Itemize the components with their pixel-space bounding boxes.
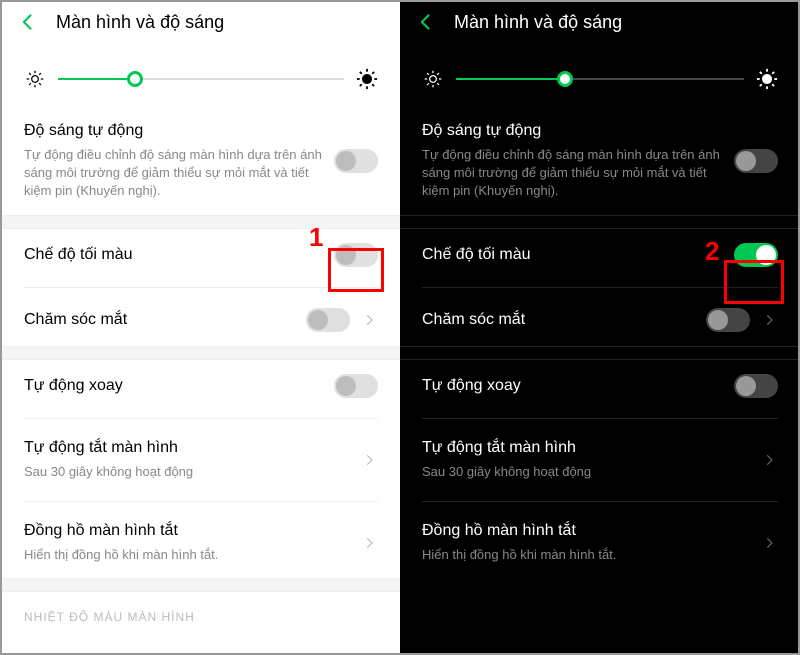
- dark-mode-toggle[interactable]: [734, 243, 778, 267]
- auto-rotate-toggle[interactable]: [734, 374, 778, 398]
- header: Màn hình và độ sáng: [400, 2, 800, 40]
- auto-rotate-row: Tự động xoay: [2, 360, 400, 412]
- aod-sub: Hiển thị đồng hồ khi màn hình tắt.: [24, 546, 350, 564]
- auto-rotate-title: Tự động xoay: [24, 377, 324, 395]
- back-button[interactable]: [16, 10, 40, 34]
- brightness-slider-row: [400, 40, 800, 108]
- section-gap: [400, 346, 800, 360]
- section-gap: [2, 215, 400, 229]
- dark-mode-panel: Màn hình và độ sáng Độ sáng tự động Tự đ…: [400, 2, 800, 653]
- divider: [422, 501, 778, 502]
- chevron-right-icon: [360, 534, 378, 552]
- auto-brightness-row: Độ sáng tự động Tự động điều chỉnh độ sá…: [400, 108, 800, 215]
- color-temp-label: NHIỆT ĐỘ MÀU MÀN HÌNH: [2, 592, 400, 624]
- auto-brightness-title: Độ sáng tự động: [422, 122, 724, 140]
- section-gap: [2, 578, 400, 592]
- auto-brightness-desc: Tự động điều chỉnh độ sáng màn hình dựa …: [422, 146, 724, 201]
- auto-brightness-title: Độ sáng tự động: [24, 122, 324, 140]
- dark-mode-title: Chế độ tối màu: [422, 246, 724, 264]
- auto-off-row[interactable]: Tự động tắt màn hình Sau 30 giây không h…: [400, 425, 800, 495]
- chevron-right-icon: [360, 451, 378, 469]
- eye-care-title: Chăm sóc mắt: [422, 311, 696, 329]
- divider: [422, 418, 778, 419]
- auto-off-sub: Sau 30 giây không hoạt động: [422, 463, 750, 481]
- auto-rotate-row: Tự động xoay: [400, 360, 800, 412]
- section-gap: [2, 346, 400, 360]
- dark-mode-row: Chế độ tối màu: [400, 229, 800, 281]
- aod-sub: Hiển thị đồng hồ khi màn hình tắt.: [422, 546, 750, 564]
- auto-off-row[interactable]: Tự động tắt màn hình Sau 30 giây không h…: [2, 425, 400, 495]
- brightness-high-icon: [756, 68, 778, 90]
- auto-brightness-desc: Tự động điều chỉnh độ sáng màn hình dựa …: [24, 146, 324, 201]
- brightness-slider[interactable]: [58, 69, 344, 89]
- auto-brightness-row: Độ sáng tự động Tự động điều chỉnh độ sá…: [2, 108, 400, 215]
- chevron-right-icon: [360, 311, 378, 329]
- eye-care-toggle[interactable]: [706, 308, 750, 332]
- divider: [422, 287, 778, 288]
- auto-brightness-toggle[interactable]: [734, 149, 778, 173]
- dark-mode-toggle[interactable]: [334, 243, 378, 267]
- auto-brightness-toggle[interactable]: [334, 149, 378, 173]
- aod-row[interactable]: Đồng hồ màn hình tắt Hiển thị đồng hồ kh…: [400, 508, 800, 578]
- auto-rotate-toggle[interactable]: [334, 374, 378, 398]
- back-button[interactable]: [414, 10, 438, 34]
- brightness-low-icon: [24, 68, 46, 90]
- dark-mode-row: Chế độ tối màu: [2, 229, 400, 281]
- auto-off-title: Tự động tắt màn hình: [422, 439, 750, 457]
- brightness-slider[interactable]: [456, 69, 744, 89]
- divider: [24, 501, 378, 502]
- chevron-right-icon: [760, 534, 778, 552]
- auto-off-title: Tự động tắt màn hình: [24, 439, 350, 457]
- eye-care-row[interactable]: Chăm sóc mắt: [2, 294, 400, 346]
- auto-rotate-title: Tự động xoay: [422, 377, 724, 395]
- auto-off-sub: Sau 30 giây không hoạt động: [24, 463, 350, 481]
- dark-mode-title: Chế độ tối màu: [24, 246, 324, 264]
- page-title: Màn hình và độ sáng: [56, 12, 224, 33]
- chevron-right-icon: [760, 311, 778, 329]
- light-mode-panel: Màn hình và độ sáng Độ sáng tự động Tự đ…: [2, 2, 400, 653]
- eye-care-toggle[interactable]: [306, 308, 350, 332]
- page-title: Màn hình và độ sáng: [454, 12, 622, 33]
- brightness-low-icon: [422, 68, 444, 90]
- divider: [24, 287, 378, 288]
- eye-care-title: Chăm sóc mắt: [24, 311, 296, 329]
- brightness-high-icon: [356, 68, 378, 90]
- aod-title: Đồng hồ màn hình tắt: [24, 522, 350, 540]
- chevron-right-icon: [760, 451, 778, 469]
- header: Màn hình và độ sáng: [2, 2, 400, 40]
- aod-title: Đồng hồ màn hình tắt: [422, 522, 750, 540]
- brightness-slider-row: [2, 40, 400, 108]
- aod-row[interactable]: Đồng hồ màn hình tắt Hiển thị đồng hồ kh…: [2, 508, 400, 578]
- divider: [24, 418, 378, 419]
- eye-care-row[interactable]: Chăm sóc mắt: [400, 294, 800, 346]
- section-gap: [400, 215, 800, 229]
- comparison-container: Màn hình và độ sáng Độ sáng tự động Tự đ…: [0, 0, 800, 655]
